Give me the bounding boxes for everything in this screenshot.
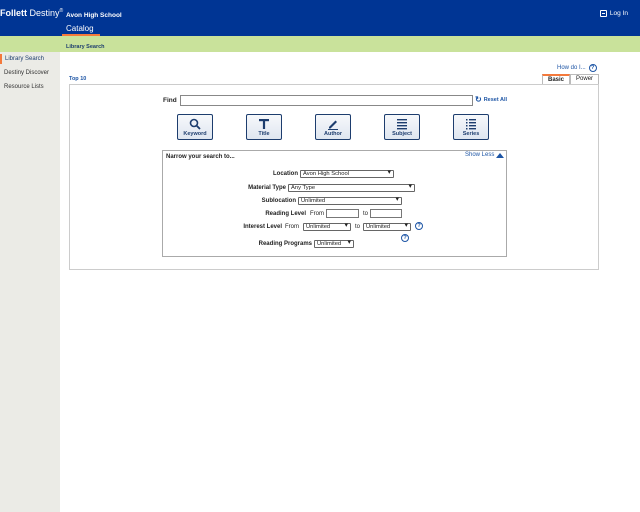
help-icon[interactable]: ? [401, 234, 409, 242]
reset-all-label: Reset All [483, 97, 508, 103]
help-icon[interactable]: ? [588, 64, 597, 72]
location-label: Location [273, 171, 298, 177]
location-select[interactable]: Avon High School [300, 170, 394, 178]
top-bar: Follett Destiny® Avon High School Catalo… [0, 0, 640, 36]
reading-level-label: Reading Level [265, 211, 306, 217]
reading-programs-label: Reading Programs [258, 241, 312, 247]
sidebar: Library Search Destiny Discover Resource… [0, 52, 60, 512]
login-link[interactable]: Log In [599, 10, 628, 17]
chevron-up-icon [496, 152, 505, 158]
title-T-icon [247, 118, 281, 132]
narrow-search-title: Narrow your search to... [166, 154, 235, 160]
reading-level-to-label: to [363, 211, 369, 217]
interest-level-from-label: From [285, 224, 299, 230]
login-icon [599, 10, 607, 17]
how-do-i-link[interactable]: How do I... ? [557, 64, 597, 72]
material-type-label: Material Type [248, 185, 286, 191]
refresh-icon: ↻ [475, 95, 482, 104]
interest-level-label: Interest Level [243, 224, 282, 230]
tab-catalog[interactable]: Catalog [60, 24, 100, 36]
reading-programs-select[interactable]: Unlimited [314, 240, 354, 248]
follett-destiny-logo: Follett Destiny® [0, 8, 64, 18]
series-search-button[interactable]: Series [453, 114, 489, 140]
sublocation-select[interactable]: Unlimited [298, 197, 402, 205]
show-less-label: Show Less [465, 152, 495, 158]
reading-level-to-input[interactable] [370, 209, 402, 218]
find-label: Find [163, 97, 177, 104]
subnav-library-search[interactable]: Library Search [66, 44, 105, 50]
magnifier-icon [178, 118, 212, 132]
find-input[interactable] [180, 95, 473, 106]
login-label: Log In [609, 10, 628, 17]
sub-navigation-bar: Library Search [0, 36, 640, 52]
tab-power[interactable]: Power [570, 74, 600, 84]
pen-icon [316, 118, 350, 132]
lines-icon [385, 118, 419, 132]
interest-level-help-icon[interactable]: ? [415, 222, 423, 230]
show-less-link[interactable]: Show Less [465, 152, 505, 158]
numbered-list-icon [454, 118, 488, 132]
school-name: Avon High School [66, 12, 122, 19]
interest-level-from-select[interactable]: Unlimited [303, 223, 351, 231]
author-label: Author [323, 131, 343, 137]
keyword-label: Keyword [183, 131, 207, 137]
sidebar-item-resource-lists[interactable]: Resource Lists [0, 82, 60, 92]
top-10-link[interactable]: Top 10 [69, 76, 86, 82]
reading-level-from-label: From [310, 211, 324, 217]
search-mode-tabs: Basic Power [542, 74, 600, 84]
reading-level-from-input[interactable] [326, 209, 359, 218]
author-search-button[interactable]: Author [315, 114, 351, 140]
title-search-button[interactable]: Title [246, 114, 282, 140]
sublocation-label: Sublocation [261, 198, 296, 204]
reset-all-link[interactable]: ↻ Reset All [475, 95, 508, 104]
title-label: Title [258, 131, 270, 137]
series-label: Series [462, 131, 480, 137]
interest-level-to-select[interactable]: Unlimited [363, 223, 411, 231]
subject-search-button[interactable]: Subject [384, 114, 420, 140]
interest-level-to-label: to [355, 224, 361, 230]
sidebar-item-destiny-discover[interactable]: Destiny Discover [0, 68, 60, 78]
tab-basic[interactable]: Basic [542, 74, 571, 84]
keyword-search-button[interactable]: Keyword [177, 114, 213, 140]
how-do-i-label: How do I... [557, 65, 586, 71]
sidebar-item-library-search[interactable]: Library Search [0, 54, 60, 64]
material-type-select[interactable]: Any Type [288, 184, 415, 192]
subject-label: Subject [392, 131, 412, 137]
